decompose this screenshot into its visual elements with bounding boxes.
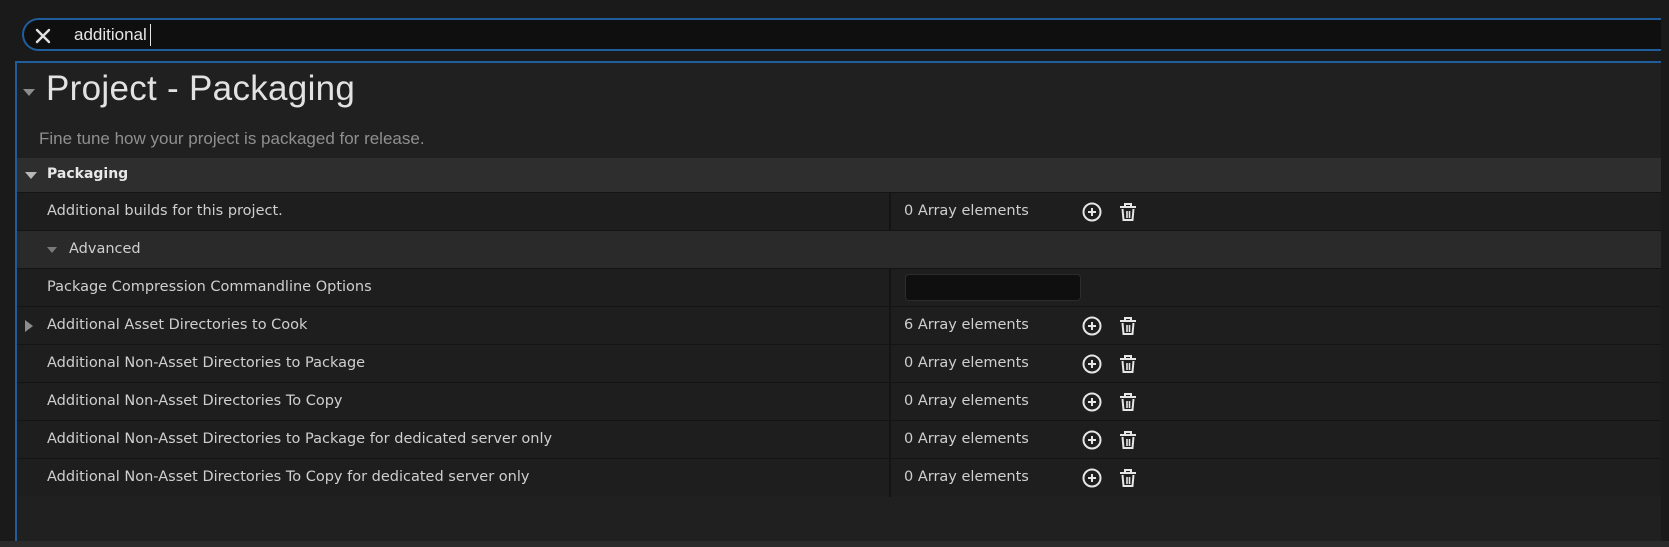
property-row-nonasset-package: Additional Non-Asset Directories to Pack…: [17, 344, 1669, 383]
property-name: Additional Non-Asset Directories to Pack…: [47, 355, 366, 371]
array-count: 0 Array elements: [904, 431, 1029, 447]
advanced-group-row[interactable]: Advanced: [17, 230, 1669, 268]
trash-icon: [1120, 393, 1136, 411]
expand-arrow-icon[interactable]: [25, 320, 33, 332]
property-name: Additional Non-Asset Directories to Pack…: [47, 431, 553, 447]
trash-icon: [1120, 355, 1136, 373]
plus-circle-icon: [1082, 392, 1102, 412]
array-count: 0 Array elements: [904, 355, 1029, 371]
property-row-compression-options: Package Compression Commandline Options: [17, 268, 1669, 307]
plus-circle-icon: [1082, 430, 1102, 450]
column-divider[interactable]: [889, 193, 891, 231]
trash-icon: [1120, 431, 1136, 449]
clear-array-button[interactable]: [1117, 467, 1139, 489]
column-divider[interactable]: [889, 459, 891, 497]
collapse-arrow-icon[interactable]: [23, 89, 35, 96]
trash-icon: [1120, 203, 1136, 221]
text-caret: [149, 24, 152, 46]
compression-options-field[interactable]: [905, 274, 1081, 301]
property-name: Additional builds for this project.: [47, 203, 283, 219]
category-description: Fine tune how your project is packaged f…: [39, 129, 425, 148]
section-collapse-arrow-icon[interactable]: [25, 172, 37, 179]
property-row-asset-directories-cook: Additional Asset Directories to Cook 6 A…: [17, 306, 1669, 345]
clear-array-button[interactable]: [1117, 315, 1139, 337]
column-divider[interactable]: [889, 269, 891, 307]
add-element-button[interactable]: [1081, 201, 1103, 223]
column-divider[interactable]: [889, 421, 891, 459]
property-name: Additional Non-Asset Directories To Copy…: [47, 469, 530, 485]
trash-icon: [1120, 317, 1136, 335]
property-row-additional-builds: Additional builds for this project. 0 Ar…: [17, 192, 1669, 231]
plus-circle-icon: [1082, 468, 1102, 488]
section-packaging[interactable]: Packaging: [17, 158, 1669, 192]
property-row-nonasset-package-server: Additional Non-Asset Directories to Pack…: [17, 420, 1669, 459]
clear-array-button[interactable]: [1117, 201, 1139, 223]
plus-circle-icon: [1082, 354, 1102, 374]
array-count: 0 Array elements: [904, 469, 1029, 485]
search-bar[interactable]: additional: [22, 18, 1669, 51]
column-divider[interactable]: [889, 307, 891, 345]
property-row-nonasset-copy: Additional Non-Asset Directories To Copy…: [17, 382, 1669, 421]
add-element-button[interactable]: [1081, 315, 1103, 337]
plus-circle-icon: [1082, 316, 1102, 336]
add-element-button[interactable]: [1081, 429, 1103, 451]
search-input[interactable]: additional: [74, 24, 152, 46]
advanced-label: Advanced: [69, 241, 141, 257]
property-name: Additional Non-Asset Directories To Copy: [47, 393, 343, 409]
close-icon[interactable]: [32, 25, 54, 47]
advanced-collapse-arrow-icon[interactable]: [47, 247, 57, 253]
plus-circle-icon: [1082, 202, 1102, 222]
right-edge: [1661, 18, 1669, 541]
property-name: Additional Asset Directories to Cook: [47, 317, 308, 333]
property-row-nonasset-copy-server: Additional Non-Asset Directories To Copy…: [17, 458, 1669, 497]
add-element-button[interactable]: [1081, 391, 1103, 413]
clear-array-button[interactable]: [1117, 353, 1139, 375]
add-element-button[interactable]: [1081, 467, 1103, 489]
background-window-strip: [0, 541, 1669, 547]
array-count: 0 Array elements: [904, 203, 1029, 219]
details-panel: Project - Packaging Fine tune how your p…: [15, 61, 1669, 541]
category-title: Project - Packaging: [46, 69, 356, 108]
add-element-button[interactable]: [1081, 353, 1103, 375]
array-count: 0 Array elements: [904, 393, 1029, 409]
trash-icon: [1120, 469, 1136, 487]
column-divider[interactable]: [889, 345, 891, 383]
clear-array-button[interactable]: [1117, 391, 1139, 413]
clear-array-button[interactable]: [1117, 429, 1139, 451]
section-label: Packaging: [47, 166, 129, 182]
property-name: Package Compression Commandline Options: [47, 279, 372, 295]
column-divider[interactable]: [889, 383, 891, 421]
category-header: Project - Packaging Fine tune how your p…: [17, 63, 1669, 158]
window-top-strip: [0, 0, 1669, 18]
array-count: 6 Array elements: [904, 317, 1029, 333]
